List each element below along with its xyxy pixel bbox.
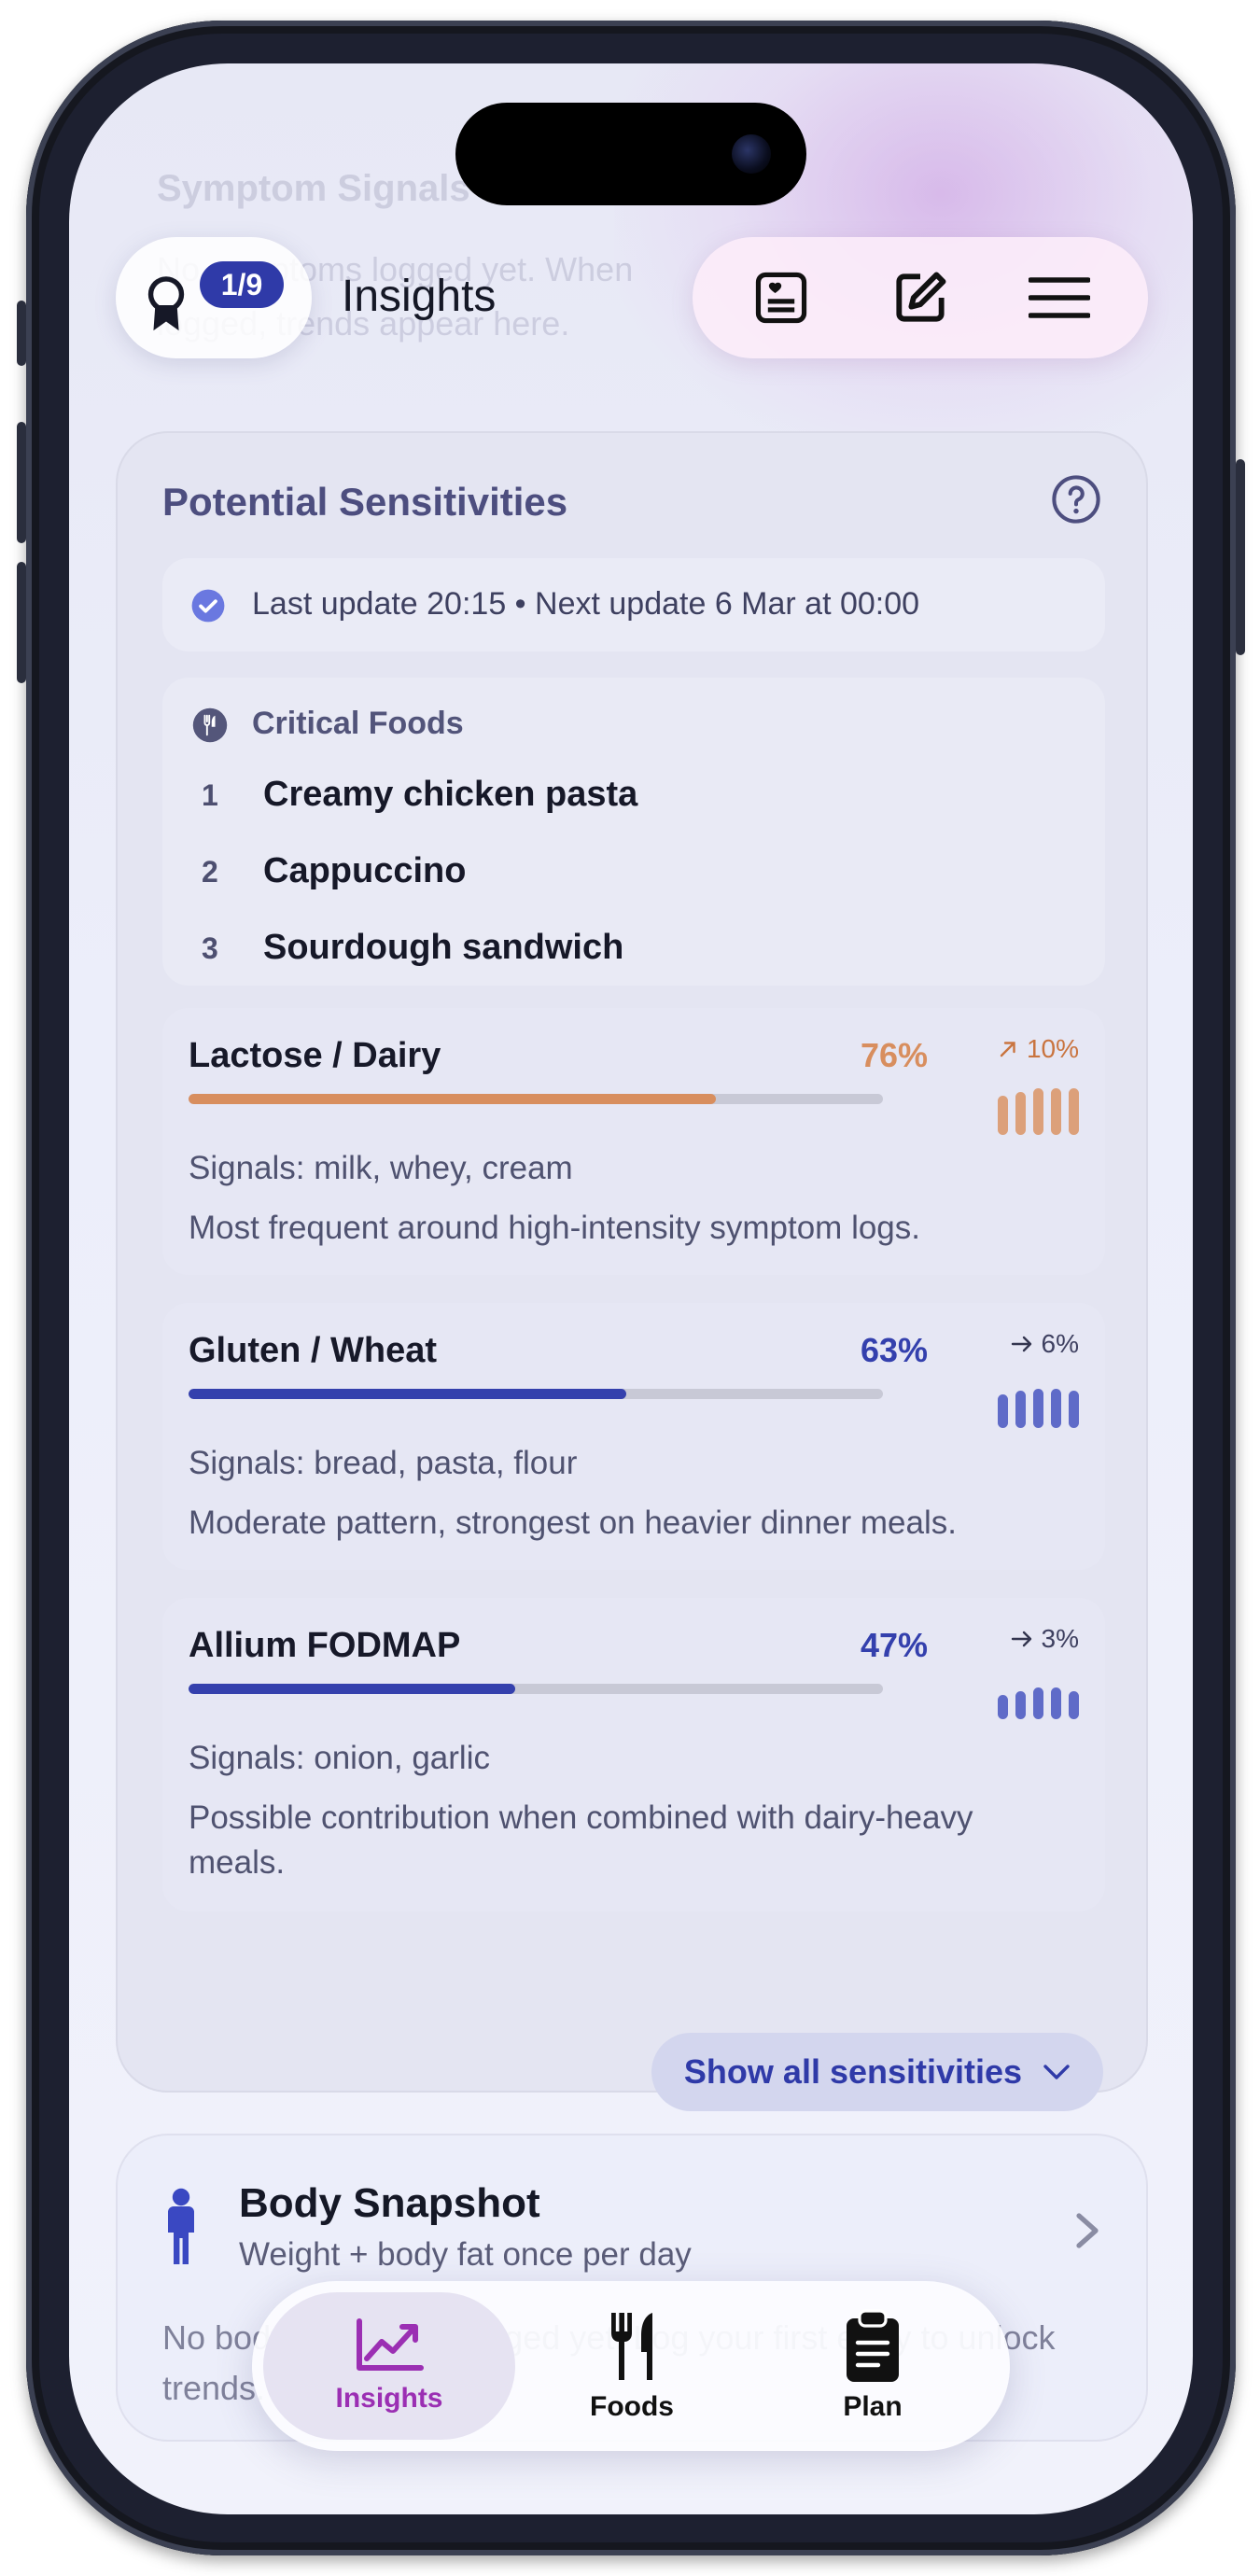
- page-title: Insights: [342, 272, 497, 321]
- trend-value: 3%: [1041, 1624, 1079, 1653]
- progress-pill[interactable]: 1/9: [116, 237, 312, 358]
- sensitivity-item-allium[interactable]: Allium FODMAP 47% 3% Signals: onion, gar…: [162, 1598, 1105, 1911]
- critical-foods-title: Critical Foods: [252, 706, 464, 741]
- tab-foods[interactable]: Foods: [506, 2292, 758, 2440]
- show-all-sensitivities-button[interactable]: Show all sensitivities: [651, 2033, 1103, 2111]
- food-name: Sourdough sandwich: [263, 928, 624, 967]
- trend-value: 6%: [1041, 1329, 1079, 1358]
- fork-knife-icon: [611, 2313, 652, 2380]
- trend-indicator: 10%: [997, 1034, 1079, 1064]
- body-snapshot-title: Body Snapshot: [239, 2180, 540, 2226]
- sensitivity-name: Lactose / Dairy: [189, 1036, 441, 1075]
- edit-icon[interactable]: [889, 267, 951, 329]
- sensitivity-name: Gluten / Wheat: [189, 1331, 437, 1370]
- volume-down-button: [17, 562, 26, 683]
- tab-bar: Insights Foods Plan: [252, 2281, 1010, 2451]
- sensitivity-bar: [189, 1389, 883, 1399]
- sensitivity-signals: Signals: bread, pasta, flour: [189, 1445, 578, 1481]
- sensitivity-percent: 47%: [860, 1626, 928, 1664]
- sensitivity-item-lactose[interactable]: Lactose / Dairy 76% 10% Signals: milk, w…: [162, 1008, 1105, 1275]
- arrow-right-icon: [1011, 1336, 1031, 1352]
- tab-insights[interactable]: Insights: [263, 2292, 515, 2440]
- fork-knife-icon: [192, 707, 228, 743]
- trend-value: 10%: [1026, 1034, 1079, 1063]
- critical-food-item[interactable]: 2 Cappuccino: [202, 851, 466, 891]
- chevron-right-icon: [1076, 2213, 1099, 2248]
- camera-lens: [732, 134, 771, 174]
- sensitivity-note: Possible contribution when combined with…: [189, 1799, 973, 1881]
- header-actions: [693, 237, 1148, 358]
- volume-up-button: [17, 422, 26, 543]
- rank: 2: [202, 855, 218, 889]
- critical-food-item[interactable]: 3 Sourdough sandwich: [202, 928, 623, 968]
- journal-heart-icon[interactable]: [750, 267, 812, 329]
- tab-label: Insights: [335, 2383, 443, 2414]
- tab-plan[interactable]: Plan: [747, 2292, 999, 2440]
- sensitivity-note: Most frequent around high-intensity symp…: [189, 1210, 920, 1246]
- check-circle-icon: [191, 589, 225, 623]
- sensitivity-signals: Signals: onion, garlic: [189, 1740, 490, 1776]
- trend-indicator: 3%: [1010, 1624, 1079, 1654]
- sensitivity-item-gluten[interactable]: Gluten / Wheat 63% 6% Signals: bread, pa…: [162, 1303, 1105, 1570]
- trend-indicator: 6%: [1010, 1329, 1079, 1359]
- sensitivity-note: Moderate pattern, strongest on heavier d…: [189, 1505, 957, 1541]
- rank: 1: [202, 778, 218, 812]
- body-snapshot-subtitle: Weight + body fat once per day: [239, 2236, 692, 2273]
- menu-icon[interactable]: [1029, 267, 1091, 329]
- sensitivity-percent: 76%: [860, 1036, 928, 1074]
- sensitivity-name: Allium FODMAP: [189, 1626, 461, 1665]
- power-button: [1236, 459, 1245, 655]
- award-icon: [147, 276, 185, 331]
- dynamic-island: [455, 103, 806, 205]
- sensitivity-bar: [189, 1684, 883, 1694]
- mini-bars-icon: [998, 1088, 1079, 1135]
- card-title: Potential Sensitivities: [162, 480, 568, 524]
- food-name: Creamy chicken pasta: [263, 775, 638, 814]
- action-button: [17, 301, 26, 366]
- sensitivities-card: Potential Sensitivities Last update 20:1…: [116, 431, 1148, 2093]
- critical-foods: Critical Foods 1 Creamy chicken pasta 2 Ca…: [162, 678, 1105, 986]
- progress-badge: 1/9: [200, 261, 284, 308]
- rank: 3: [202, 931, 218, 965]
- update-status: Last update 20:15 • Next update 6 Mar at…: [162, 558, 1105, 651]
- sensitivity-percent: 63%: [860, 1331, 928, 1369]
- sensitivity-bar-fill: [189, 1684, 515, 1694]
- arrow-up-right-icon: [1000, 1042, 1015, 1057]
- sensitivity-bar-fill: [189, 1389, 626, 1399]
- chart-icon: [357, 2318, 424, 2371]
- person-icon: [168, 2188, 194, 2264]
- mini-bars-icon: [998, 1389, 1079, 1428]
- help-icon[interactable]: [1051, 474, 1101, 525]
- ghost-title: Symptom Signals: [157, 168, 470, 209]
- sensitivity-signals: Signals: milk, whey, cream: [189, 1150, 573, 1186]
- show-all-label: Show all sensitivities: [683, 2052, 1023, 2091]
- clipboard-icon: [847, 2309, 899, 2382]
- arrow-right-icon: [1011, 1631, 1031, 1647]
- tab-label: Foods: [590, 2391, 674, 2422]
- food-name: Cappuccino: [263, 851, 467, 890]
- sensitivity-bar-fill: [189, 1094, 717, 1104]
- sensitivity-bar: [189, 1094, 883, 1104]
- update-text: Last update 20:15 • Next update 6 Mar at…: [252, 586, 920, 622]
- chevron-down-icon: [1043, 2065, 1070, 2079]
- screen: Symptom Signals No symptoms logged yet. …: [69, 63, 1193, 2514]
- tab-label: Plan: [843, 2391, 903, 2422]
- critical-food-item[interactable]: 1 Creamy chicken pasta: [202, 775, 637, 815]
- mini-bars-icon: [998, 1687, 1079, 1719]
